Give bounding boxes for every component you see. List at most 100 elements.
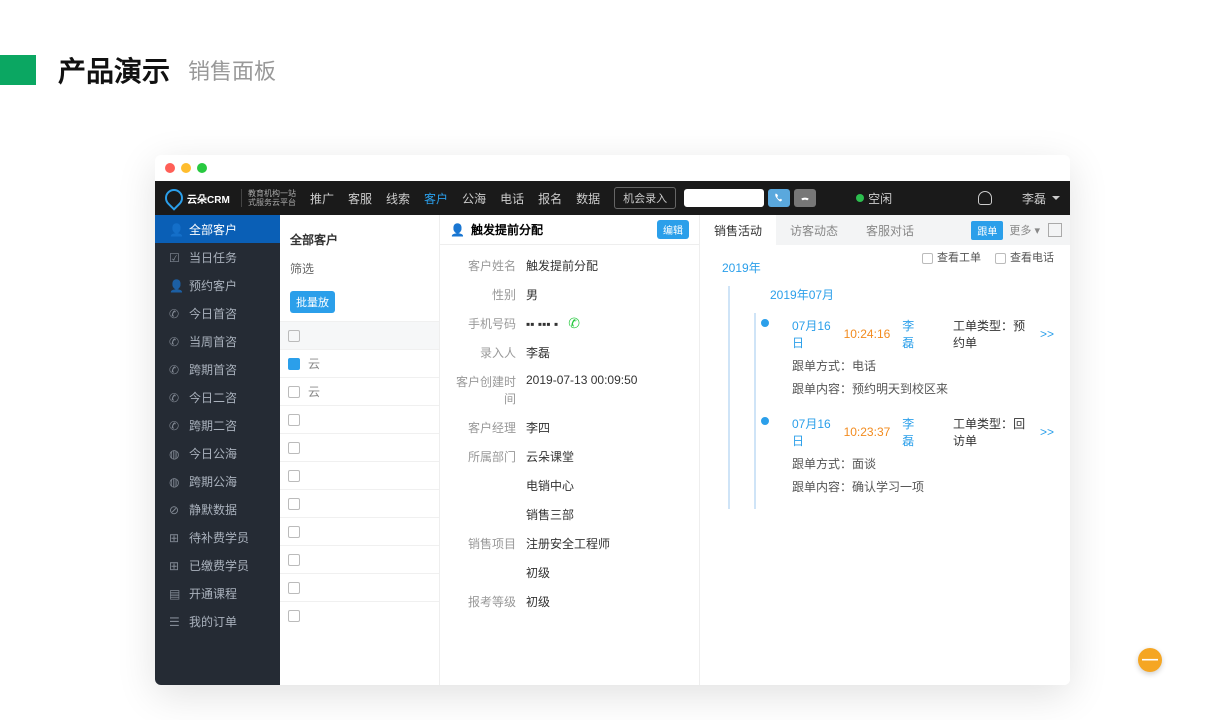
checkbox[interactable] bbox=[288, 610, 300, 622]
nav-leads[interactable]: 线索 bbox=[386, 190, 410, 207]
card-more-link[interactable]: >> bbox=[1040, 425, 1054, 439]
activity-tabs: 销售活动 访客动态 客服对话 跟单 更多 ▾ bbox=[700, 215, 1070, 245]
nav-customers[interactable]: 客户 bbox=[424, 190, 448, 207]
phone-icon: ✆ bbox=[169, 363, 181, 375]
sidebar-item-today-second[interactable]: ✆今日二咨 bbox=[155, 383, 280, 411]
checkbox-icon bbox=[995, 253, 1006, 264]
checkbox[interactable] bbox=[288, 470, 300, 482]
nav-data[interactable]: 数据 bbox=[576, 190, 600, 207]
table-row[interactable]: 云 bbox=[280, 349, 439, 377]
opportunity-entry-button[interactable]: 机会录入 bbox=[614, 187, 676, 209]
sidebar: 👤全部客户 ☑当日任务 👤预约客户 ✆今日首咨 ✆当周首咨 ✆跨期首咨 ✆今日二… bbox=[155, 215, 280, 685]
call-button[interactable] bbox=[768, 189, 790, 207]
checkbox[interactable] bbox=[288, 582, 300, 594]
table-row[interactable] bbox=[280, 405, 439, 433]
nav-service[interactable]: 客服 bbox=[348, 190, 372, 207]
table-row[interactable] bbox=[280, 433, 439, 461]
checkbox-icon bbox=[922, 253, 933, 264]
checkbox[interactable] bbox=[288, 386, 300, 398]
status-text[interactable]: 空闲 bbox=[868, 190, 892, 207]
checkbox[interactable] bbox=[288, 358, 300, 370]
phone-number: ▪▪ ▪▪▪ ▪✆ bbox=[526, 315, 685, 332]
sidebar-item-silent[interactable]: ⊘静默数据 bbox=[155, 495, 280, 523]
activity-panel: 销售活动 访客动态 客服对话 跟单 更多 ▾ 查看工单 查看电话 2019年 2… bbox=[700, 215, 1070, 685]
department-2: 电销中心 bbox=[526, 477, 685, 494]
divider bbox=[241, 189, 242, 207]
sidebar-item-cross-first[interactable]: ✆跨期首咨 bbox=[155, 355, 280, 383]
nav-promote[interactable]: 推广 bbox=[310, 190, 334, 207]
cloud-icon bbox=[161, 185, 186, 210]
card-content: 跟单内容：预约明天到校区来 bbox=[792, 380, 1054, 397]
card-more-link[interactable]: >> bbox=[1040, 327, 1054, 341]
checkbox[interactable] bbox=[288, 554, 300, 566]
sidebar-item-cross-second[interactable]: ✆跨期二咨 bbox=[155, 411, 280, 439]
checkbox[interactable] bbox=[288, 414, 300, 426]
activity-card[interactable]: 07月16日 10:23:37 李磊 工单类型：回访单 >> 跟单方式：面谈 跟… bbox=[768, 411, 1054, 509]
money-icon: ⊞ bbox=[169, 559, 181, 571]
project: 注册安全工程师 bbox=[526, 535, 685, 552]
nav-phone[interactable]: 电话 bbox=[500, 190, 524, 207]
checkbox[interactable] bbox=[288, 498, 300, 510]
sidebar-item-cross-public[interactable]: ◍跨期公海 bbox=[155, 467, 280, 495]
hangup-button[interactable] bbox=[794, 189, 816, 207]
sidebar-item-today-task[interactable]: ☑当日任务 bbox=[155, 243, 280, 271]
sidebar-item-open-course[interactable]: ▤开通课程 bbox=[155, 579, 280, 607]
nav-signup[interactable]: 报名 bbox=[538, 190, 562, 207]
bulk-release-button[interactable]: 批量放 bbox=[290, 291, 335, 313]
sidebar-item-week-first[interactable]: ✆当周首咨 bbox=[155, 327, 280, 355]
accent-bar bbox=[0, 55, 36, 85]
chevron-down-icon[interactable] bbox=[1052, 196, 1060, 200]
checkbox[interactable] bbox=[288, 442, 300, 454]
card-method: 跟单方式：面谈 bbox=[792, 455, 1054, 472]
bell-icon[interactable] bbox=[978, 191, 992, 205]
view-ticket-toggle[interactable]: 查看工单 bbox=[922, 249, 981, 265]
table-row[interactable]: 云 bbox=[280, 377, 439, 405]
checkbox-all[interactable] bbox=[288, 330, 300, 342]
sidebar-item-pending-fee[interactable]: ⊞待补费学员 bbox=[155, 523, 280, 551]
copy-icon[interactable] bbox=[1048, 223, 1062, 237]
followup-tag[interactable]: 跟单 bbox=[971, 221, 1003, 240]
brand-logo[interactable]: 云朵CRM bbox=[165, 187, 235, 209]
filter-label[interactable]: 筛选 bbox=[280, 254, 439, 283]
floating-minimize-button[interactable]: — bbox=[1138, 648, 1162, 672]
phone-icon: ✆ bbox=[169, 419, 181, 431]
globe-icon: ◍ bbox=[169, 447, 181, 459]
table-row[interactable] bbox=[280, 573, 439, 601]
sidebar-item-appointment[interactable]: 👤预约客户 bbox=[155, 271, 280, 299]
table-row[interactable] bbox=[280, 545, 439, 573]
sidebar-item-today-first[interactable]: ✆今日首咨 bbox=[155, 299, 280, 327]
minimize-dot-icon[interactable] bbox=[181, 163, 191, 173]
phone-icon[interactable]: ✆ bbox=[568, 315, 580, 331]
phone-icon bbox=[774, 193, 784, 203]
tab-service-chat[interactable]: 客服对话 bbox=[852, 215, 928, 245]
card-date: 07月16日 bbox=[792, 317, 832, 351]
nav-public[interactable]: 公海 bbox=[462, 190, 486, 207]
card-type: 工单类型：回访单 bbox=[953, 415, 1028, 449]
activity-card[interactable]: 07月16日 10:24:16 李磊 工单类型：预约单 >> 跟单方式：电话 跟… bbox=[768, 313, 1054, 411]
table-row[interactable] bbox=[280, 461, 439, 489]
globe-icon: ◍ bbox=[169, 475, 181, 487]
view-call-toggle[interactable]: 查看电话 bbox=[995, 249, 1054, 265]
close-dot-icon[interactable] bbox=[165, 163, 175, 173]
more-button[interactable]: 更多 ▾ bbox=[1009, 222, 1040, 238]
department: 云朵课堂 bbox=[526, 448, 685, 465]
user-icon: 👤 bbox=[450, 223, 465, 237]
card-time: 10:23:37 bbox=[844, 425, 891, 439]
edit-button[interactable]: 编辑 bbox=[657, 220, 689, 239]
exam-level: 初级 bbox=[526, 593, 685, 610]
maximize-dot-icon[interactable] bbox=[197, 163, 207, 173]
table-row[interactable] bbox=[280, 489, 439, 517]
sidebar-item-today-public[interactable]: ◍今日公海 bbox=[155, 439, 280, 467]
sidebar-item-all-customers[interactable]: 👤全部客户 bbox=[155, 215, 280, 243]
tab-sales-activity[interactable]: 销售活动 bbox=[700, 215, 776, 245]
sidebar-item-paid[interactable]: ⊞已缴费学员 bbox=[155, 551, 280, 579]
tab-visitor[interactable]: 访客动态 bbox=[776, 215, 852, 245]
table-row[interactable] bbox=[280, 517, 439, 545]
table-header bbox=[280, 321, 439, 349]
sidebar-item-my-orders[interactable]: ☰我的订单 bbox=[155, 607, 280, 635]
search-input[interactable] bbox=[684, 189, 764, 207]
table-row[interactable] bbox=[280, 601, 439, 629]
checkbox[interactable] bbox=[288, 526, 300, 538]
customer-name: 触发提前分配 bbox=[526, 257, 685, 274]
current-user[interactable]: 李磊 bbox=[1022, 190, 1046, 207]
